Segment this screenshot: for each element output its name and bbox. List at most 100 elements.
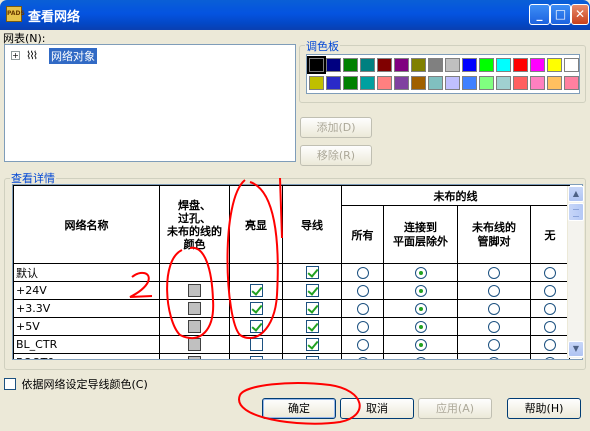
palette-swatch[interactable] bbox=[309, 76, 324, 90]
tree-item-net-objects[interactable]: 网络对象 bbox=[49, 48, 97, 64]
unrouted-radio[interactable] bbox=[356, 339, 369, 351]
close-button[interactable]: ✕ bbox=[571, 4, 589, 25]
palette-swatch[interactable] bbox=[428, 76, 443, 90]
palette-swatch[interactable] bbox=[377, 76, 392, 90]
minimize-button[interactable]: _ bbox=[529, 4, 550, 25]
palette-swatch[interactable] bbox=[479, 58, 494, 72]
unrouted-radio[interactable] bbox=[356, 321, 369, 333]
unrouted-radio[interactable] bbox=[356, 285, 369, 297]
header-unrouted-pins[interactable]: 未布线的 管脚对 bbox=[457, 205, 531, 264]
unrouted-radio[interactable] bbox=[544, 267, 556, 279]
unrouted-radio[interactable] bbox=[544, 339, 556, 351]
traces-checkbox[interactable] bbox=[305, 302, 319, 316]
palette-swatch[interactable] bbox=[564, 76, 579, 90]
unrouted-option-cell[interactable] bbox=[383, 353, 458, 359]
header-color[interactable]: 焊盘、 过孔、 未布的线的 颜色 bbox=[159, 185, 230, 264]
unrouted-option-cell[interactable] bbox=[530, 353, 570, 359]
unrouted-radio[interactable] bbox=[414, 267, 427, 279]
highlight-cell[interactable] bbox=[229, 317, 283, 336]
net-color-swatch[interactable] bbox=[188, 302, 201, 316]
header-none[interactable]: 无 bbox=[530, 205, 570, 264]
net-color-swatch[interactable] bbox=[188, 284, 201, 298]
highlight-cell[interactable] bbox=[229, 281, 283, 300]
add-button[interactable]: 添加(D) bbox=[300, 117, 372, 138]
traces-cell[interactable] bbox=[282, 281, 342, 300]
palette-swatch[interactable] bbox=[564, 58, 579, 72]
scroll-up-icon[interactable]: ▲ bbox=[568, 186, 584, 202]
unrouted-option-cell[interactable] bbox=[530, 281, 570, 300]
unrouted-option-cell[interactable] bbox=[530, 317, 570, 336]
unrouted-option-cell[interactable] bbox=[530, 335, 570, 354]
unrouted-option-cell[interactable] bbox=[341, 281, 384, 300]
apply-button[interactable]: 应用(A) bbox=[418, 398, 492, 419]
palette-swatch[interactable] bbox=[496, 76, 511, 90]
color-cell[interactable] bbox=[159, 335, 230, 354]
palette-swatch[interactable] bbox=[343, 76, 358, 90]
palette-swatch[interactable] bbox=[445, 58, 460, 72]
remove-button[interactable]: 移除(R) bbox=[300, 145, 372, 166]
unrouted-radio[interactable] bbox=[414, 285, 427, 297]
unrouted-radio[interactable] bbox=[488, 339, 500, 351]
unrouted-option-cell[interactable] bbox=[341, 263, 384, 282]
palette-swatch[interactable] bbox=[411, 58, 426, 72]
palette-swatch[interactable] bbox=[462, 76, 477, 90]
unrouted-radio[interactable] bbox=[488, 357, 500, 359]
unrouted-option-cell[interactable] bbox=[457, 299, 531, 318]
unrouted-radio[interactable] bbox=[414, 321, 427, 333]
expand-icon[interactable]: + bbox=[11, 51, 20, 60]
unrouted-option-cell[interactable] bbox=[457, 353, 531, 359]
unrouted-radio[interactable] bbox=[544, 321, 556, 333]
palette-swatch[interactable] bbox=[530, 76, 545, 90]
traces-cell[interactable] bbox=[282, 263, 342, 282]
unrouted-option-cell[interactable] bbox=[383, 263, 458, 282]
palette-swatch[interactable] bbox=[462, 58, 477, 72]
palette-swatch[interactable] bbox=[547, 76, 562, 90]
palette-swatch[interactable] bbox=[360, 58, 375, 72]
unrouted-option-cell[interactable] bbox=[530, 299, 570, 318]
unrouted-option-cell[interactable] bbox=[341, 335, 384, 354]
unrouted-option-cell[interactable] bbox=[457, 263, 531, 282]
net-color-swatch[interactable] bbox=[188, 356, 201, 359]
trace-color-checkbox[interactable] bbox=[4, 378, 16, 390]
unrouted-option-cell[interactable] bbox=[457, 335, 531, 354]
palette-swatch[interactable] bbox=[513, 76, 528, 90]
table-row[interactable]: 默认 bbox=[13, 263, 570, 282]
unrouted-radio[interactable] bbox=[488, 321, 500, 333]
palette-swatch[interactable] bbox=[307, 56, 326, 74]
unrouted-radio[interactable] bbox=[544, 303, 556, 315]
palette-swatch[interactable] bbox=[360, 76, 375, 90]
table-row[interactable]: +5V bbox=[13, 317, 570, 336]
vertical-scrollbar[interactable]: ▲ ▼ bbox=[567, 186, 584, 358]
scroll-thumb[interactable] bbox=[568, 203, 584, 221]
header-connect-plane[interactable]: 连接到 平面层除外 bbox=[383, 205, 458, 264]
table-row[interactable]: +24V bbox=[13, 281, 570, 300]
unrouted-radio[interactable] bbox=[488, 285, 500, 297]
highlight-checkbox[interactable] bbox=[249, 356, 263, 359]
palette-swatch[interactable] bbox=[326, 76, 341, 90]
traces-checkbox[interactable] bbox=[305, 320, 319, 334]
highlight-checkbox[interactable] bbox=[249, 302, 263, 316]
color-cell[interactable] bbox=[159, 281, 230, 300]
traces-cell[interactable] bbox=[282, 317, 342, 336]
unrouted-radio[interactable] bbox=[414, 339, 427, 351]
unrouted-option-cell[interactable] bbox=[530, 263, 570, 282]
highlight-cell[interactable] bbox=[229, 335, 283, 354]
header-net-name[interactable]: 网络名称 bbox=[13, 185, 160, 264]
unrouted-radio[interactable] bbox=[488, 303, 500, 315]
header-traces[interactable]: 导线 bbox=[282, 185, 342, 264]
color-cell[interactable] bbox=[159, 263, 230, 282]
traces-checkbox[interactable] bbox=[305, 284, 319, 298]
unrouted-radio[interactable] bbox=[544, 285, 556, 297]
header-all[interactable]: 所有 bbox=[341, 205, 384, 264]
maximize-button[interactable]: □ bbox=[550, 4, 571, 25]
highlight-checkbox[interactable] bbox=[249, 284, 263, 298]
palette-swatch[interactable] bbox=[496, 58, 511, 72]
unrouted-option-cell[interactable] bbox=[457, 317, 531, 336]
color-cell[interactable] bbox=[159, 299, 230, 318]
ok-button[interactable]: 确定 bbox=[262, 398, 336, 419]
palette-swatch[interactable] bbox=[377, 58, 392, 72]
palette-swatch[interactable] bbox=[343, 58, 358, 72]
net-list[interactable]: + ⌇⌇⌇ 网络对象 bbox=[4, 44, 296, 162]
unrouted-option-cell[interactable] bbox=[341, 353, 384, 359]
highlight-cell[interactable] bbox=[229, 263, 283, 282]
